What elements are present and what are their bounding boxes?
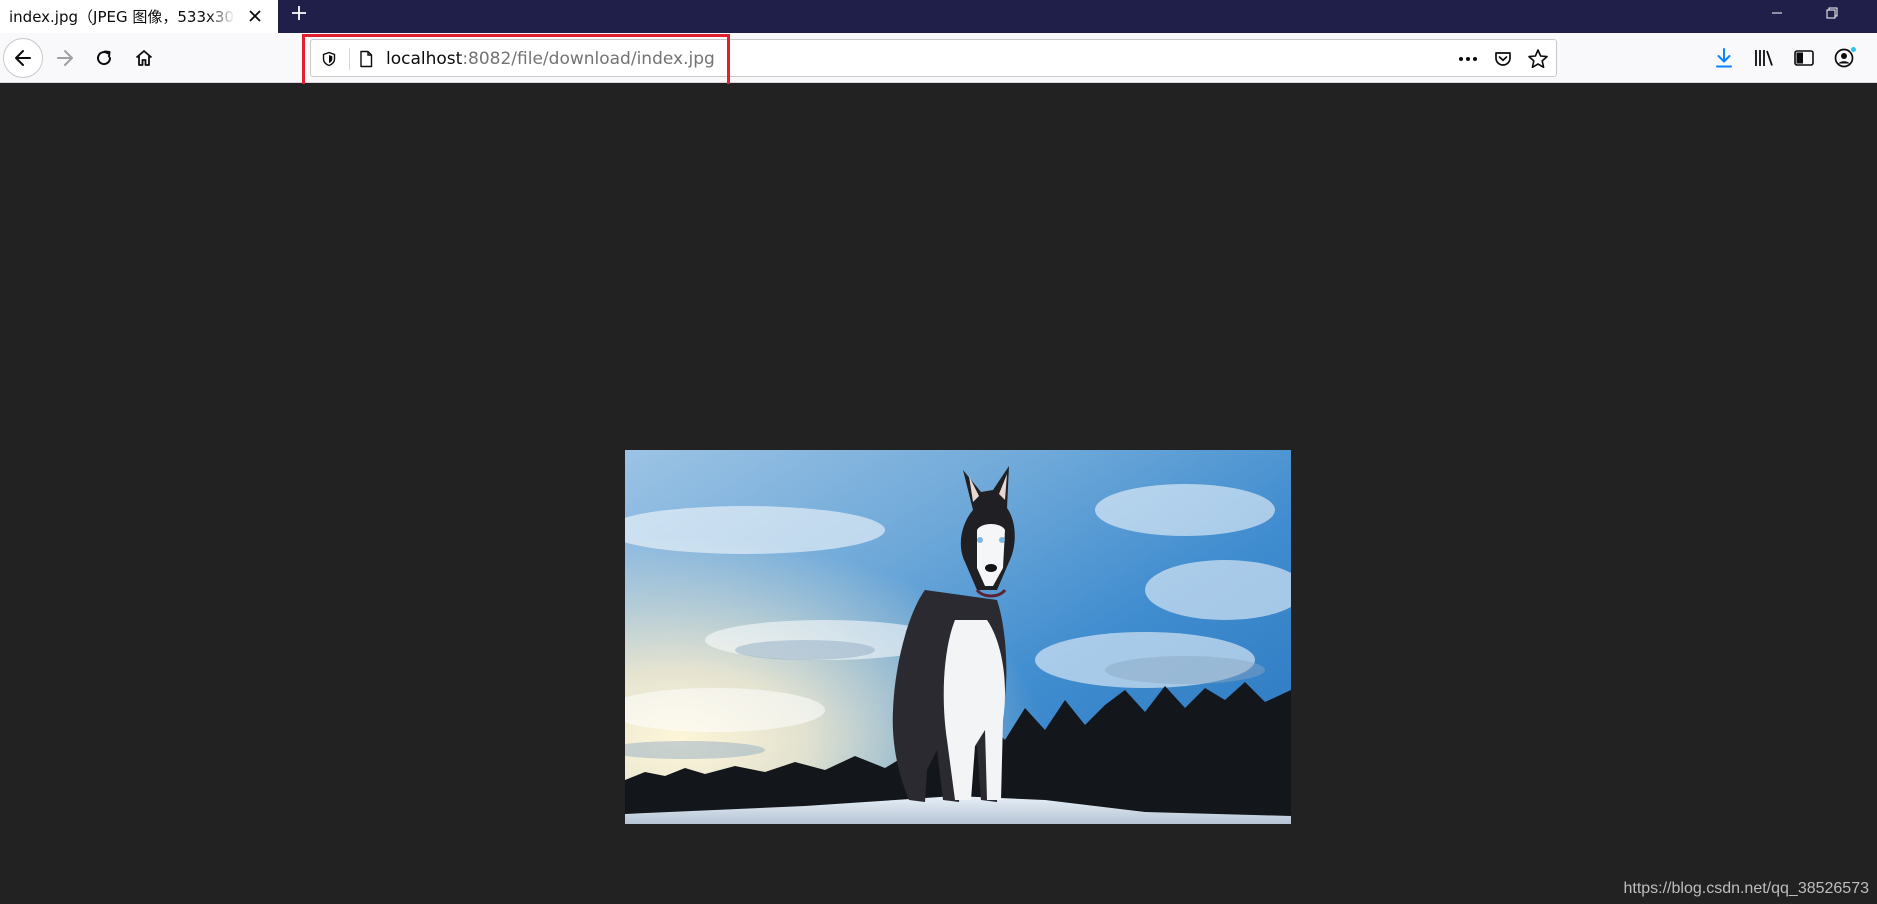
reload-button[interactable] (84, 38, 124, 78)
home-button[interactable] (124, 38, 164, 78)
library-button[interactable] (1749, 43, 1779, 73)
download-arrow-icon (1716, 48, 1732, 68)
tab-title: index.jpg（JPEG 图像，533x300 像素） (9, 8, 235, 26)
account-notification-dot (1850, 46, 1857, 53)
back-arrow-icon (15, 50, 31, 66)
husky-photo[interactable] (625, 450, 1291, 824)
pocket-icon[interactable] (1492, 48, 1514, 70)
new-tab-button[interactable] (286, 0, 312, 26)
back-button[interactable] (3, 38, 43, 78)
home-icon (135, 50, 153, 66)
tab-active[interactable]: index.jpg（JPEG 图像，533x300 像素） (0, 0, 278, 33)
forward-button[interactable] (45, 38, 85, 78)
account-button[interactable] (1829, 43, 1859, 73)
reload-icon (97, 50, 112, 66)
close-tab-icon[interactable] (244, 5, 266, 27)
restore-window-button[interactable] (1812, 0, 1852, 26)
page-actions-more-icon[interactable] (1457, 48, 1479, 70)
forward-arrow-icon (57, 50, 73, 66)
url-highlight-annotation (302, 34, 730, 90)
sidebar-icon (1794, 50, 1814, 66)
watermark-text: https://blog.csdn.net/qq_38526573 (1623, 880, 1869, 897)
minimize-window-button[interactable] (1757, 0, 1797, 26)
husky-image (625, 450, 1291, 824)
downloads-button[interactable] (1709, 43, 1739, 73)
image-viewer-background (0, 84, 1877, 904)
navigation-toolbar: localhost:8082/file/download/index.jpg (0, 33, 1877, 83)
tab-strip: index.jpg（JPEG 图像，533x300 像素） (0, 0, 1877, 33)
sidebar-toggle-button[interactable] (1789, 43, 1819, 73)
library-icon (1755, 50, 1773, 66)
bookmark-star-icon[interactable] (1527, 48, 1549, 70)
